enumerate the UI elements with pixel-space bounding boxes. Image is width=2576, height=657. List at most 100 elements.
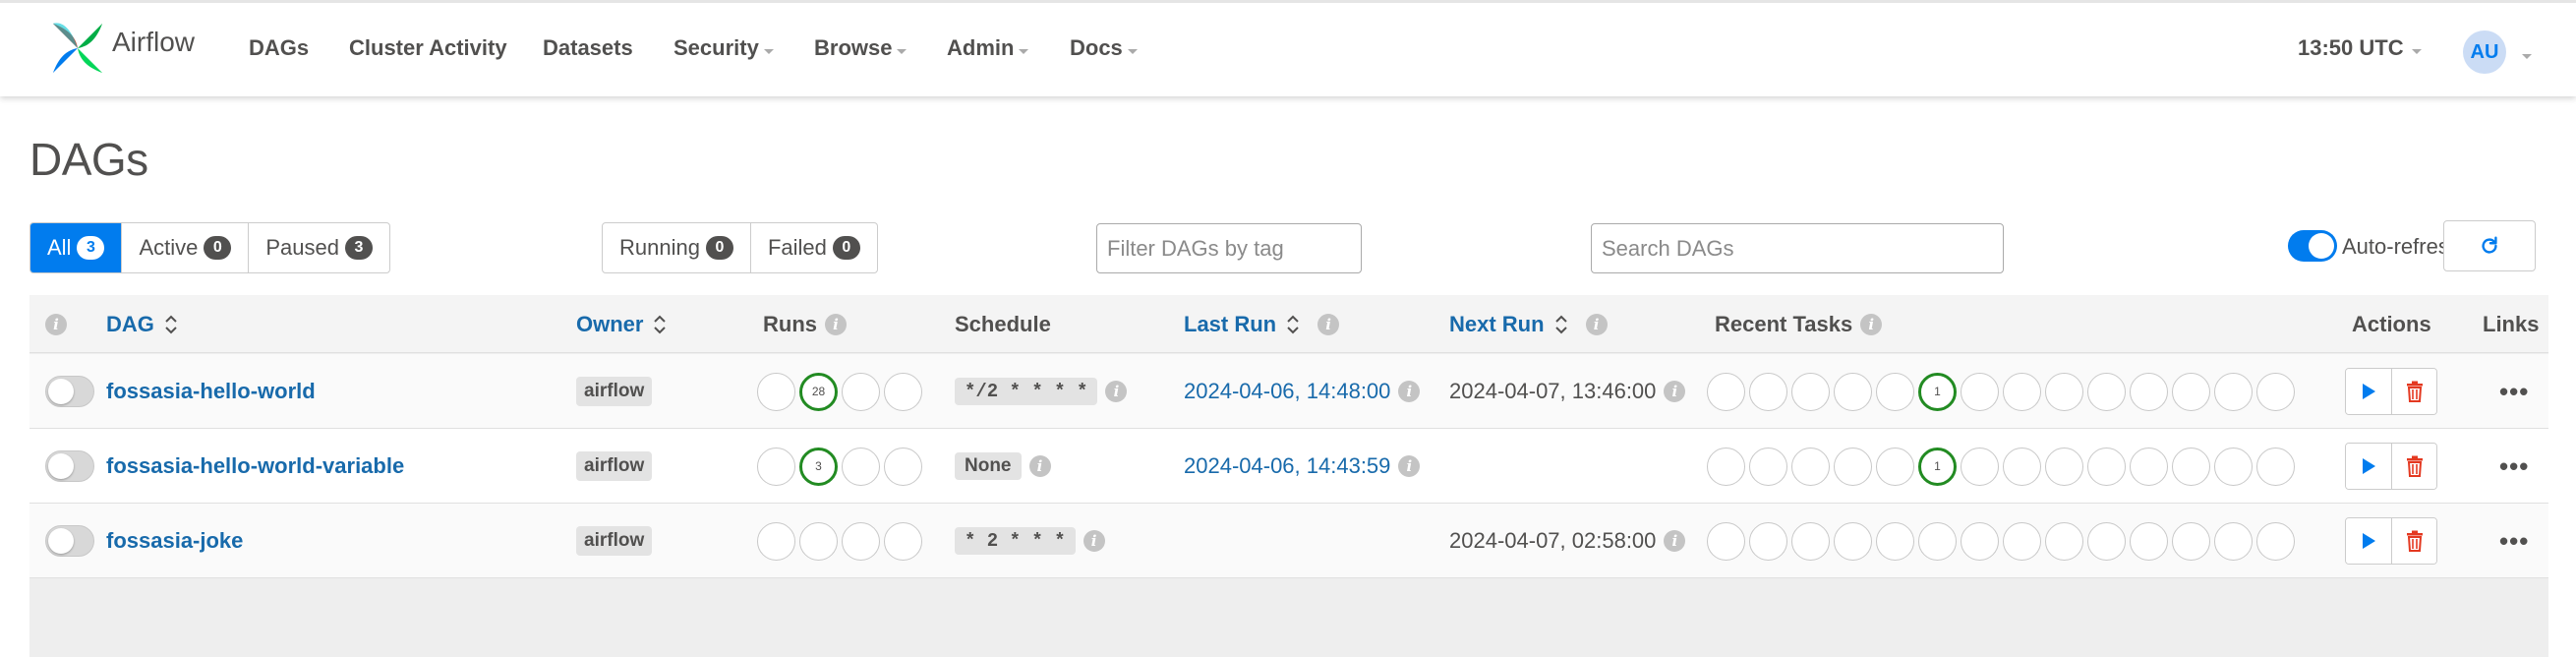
task-status-circle[interactable]	[2087, 521, 2126, 561]
task-status-circle[interactable]	[1876, 447, 1914, 486]
task-status-circle[interactable]	[1834, 372, 1872, 411]
task-status-circle[interactable]	[1791, 447, 1830, 486]
header-last-run[interactable]: Last Run i	[1184, 295, 1340, 353]
task-status-circle[interactable]	[2003, 447, 2041, 486]
nav-dags[interactable]: DAGs	[249, 35, 309, 61]
info-icon[interactable]: i	[1398, 381, 1421, 402]
task-status-circle[interactable]	[1749, 521, 1787, 561]
trigger-dag-button[interactable]	[2346, 518, 2391, 564]
task-status-circle[interactable]	[2087, 447, 2126, 486]
clock-menu[interactable]: 13:50 UTC	[2298, 35, 2422, 61]
dag-pause-toggle[interactable]	[45, 525, 94, 557]
task-status-circle[interactable]	[2256, 372, 2295, 411]
nav-datasets[interactable]: Datasets	[543, 35, 633, 61]
info-icon[interactable]: i	[1860, 313, 1883, 335]
task-status-circle[interactable]	[2214, 372, 2253, 411]
dag-name-link[interactable]: fossasia-hello-world	[106, 379, 316, 404]
more-links-icon[interactable]: •••	[2499, 528, 2529, 554]
nav-cluster-activity[interactable]: Cluster Activity	[349, 35, 507, 61]
search-input[interactable]	[1591, 223, 2004, 273]
task-status-circle[interactable]	[1961, 521, 1999, 561]
owner-tag[interactable]: airflow	[576, 451, 653, 481]
dag-name-link[interactable]: fossasia-joke	[106, 528, 243, 554]
run-status-circle[interactable]	[799, 521, 838, 561]
task-status-circle[interactable]	[2172, 447, 2210, 486]
delete-dag-button[interactable]	[2391, 518, 2436, 564]
info-icon[interactable]: i	[825, 313, 847, 335]
task-status-circle[interactable]	[1876, 372, 1914, 411]
last-run-link[interactable]: 2024-04-06, 14:48:00	[1184, 379, 1390, 404]
owner-tag[interactable]: airflow	[576, 526, 653, 556]
brand[interactable]: Airflow	[49, 19, 195, 78]
dag-pause-toggle[interactable]	[45, 376, 94, 407]
run-status-circle[interactable]	[884, 372, 922, 411]
task-status-circle[interactable]	[2087, 372, 2126, 411]
task-status-circle[interactable]	[1918, 521, 1957, 561]
task-status-circle[interactable]	[1707, 372, 1745, 411]
run-status-circle[interactable]: 3	[799, 447, 838, 486]
task-status-circle[interactable]	[1834, 447, 1872, 486]
run-status-circle[interactable]	[757, 447, 795, 486]
delete-dag-button[interactable]	[2391, 444, 2436, 489]
task-status-circle[interactable]	[2256, 447, 2295, 486]
nav-browse[interactable]: Browse	[814, 35, 907, 61]
task-status-circle[interactable]	[1834, 521, 1872, 561]
nav-security[interactable]: Security	[673, 35, 774, 61]
more-links-icon[interactable]: •••	[2499, 453, 2529, 479]
task-status-circle[interactable]	[1961, 447, 1999, 486]
schedule-badge[interactable]: None	[955, 452, 1022, 480]
task-status-circle[interactable]	[1791, 372, 1830, 411]
refresh-button[interactable]	[2443, 220, 2536, 271]
task-status-circle[interactable]	[2003, 521, 2041, 561]
owner-tag[interactable]: airflow	[576, 377, 653, 406]
trigger-dag-button[interactable]	[2346, 444, 2391, 489]
nav-docs[interactable]: Docs	[1070, 35, 1138, 61]
task-status-circle[interactable]	[1707, 447, 1745, 486]
task-status-circle[interactable]	[2130, 447, 2168, 486]
task-status-circle[interactable]	[2214, 521, 2253, 561]
filter-failed[interactable]: Failed 0	[751, 223, 877, 272]
schedule-badge[interactable]: */2 * * * *	[955, 378, 1098, 405]
chevron-down-icon[interactable]	[2522, 54, 2532, 59]
info-icon[interactable]: i	[1105, 381, 1128, 402]
info-icon[interactable]: i	[1664, 381, 1686, 402]
dag-name-link[interactable]: fossasia-hello-world-variable	[106, 453, 404, 479]
info-icon[interactable]: i	[1317, 313, 1340, 335]
task-status-circle[interactable]	[2214, 447, 2253, 486]
header-next-run[interactable]: Next Run i	[1449, 295, 1608, 353]
filter-active[interactable]: Active 0	[122, 223, 250, 272]
info-icon[interactable]: i	[1028, 455, 1051, 477]
info-icon[interactable]: i	[45, 313, 67, 335]
delete-dag-button[interactable]	[2391, 369, 2436, 414]
run-status-circle[interactable]	[842, 447, 880, 486]
trigger-dag-button[interactable]	[2346, 369, 2391, 414]
task-status-circle[interactable]	[2045, 372, 2083, 411]
user-avatar[interactable]: AU	[2463, 30, 2506, 74]
dag-pause-toggle[interactable]	[45, 450, 94, 482]
task-status-circle[interactable]	[2172, 372, 2210, 411]
header-dag[interactable]: DAG	[106, 295, 178, 353]
schedule-badge[interactable]: * 2 * * *	[955, 527, 1076, 555]
task-status-circle[interactable]: 1	[1918, 447, 1957, 486]
task-status-circle[interactable]	[2130, 521, 2168, 561]
task-status-circle[interactable]	[1791, 521, 1830, 561]
last-run-link[interactable]: 2024-04-06, 14:43:59	[1184, 453, 1390, 479]
run-status-circle[interactable]: 28	[799, 372, 838, 411]
info-icon[interactable]: i	[1585, 313, 1608, 335]
task-status-circle[interactable]	[1707, 521, 1745, 561]
task-status-circle[interactable]	[2172, 521, 2210, 561]
task-status-circle[interactable]	[2003, 372, 2041, 411]
run-status-circle[interactable]	[842, 372, 880, 411]
task-status-circle[interactable]	[1876, 521, 1914, 561]
task-status-circle[interactable]: 1	[1918, 372, 1957, 411]
more-links-icon[interactable]: •••	[2499, 379, 2529, 404]
run-status-circle[interactable]	[884, 521, 922, 561]
auto-refresh-toggle[interactable]	[2288, 230, 2337, 262]
task-status-circle[interactable]	[2256, 521, 2295, 561]
run-status-circle[interactable]	[842, 521, 880, 561]
info-icon[interactable]: i	[1083, 530, 1105, 552]
run-status-circle[interactable]	[884, 447, 922, 486]
filter-all[interactable]: All 3	[30, 223, 123, 272]
task-status-circle[interactable]	[1749, 372, 1787, 411]
filter-running[interactable]: Running 0	[603, 223, 751, 272]
